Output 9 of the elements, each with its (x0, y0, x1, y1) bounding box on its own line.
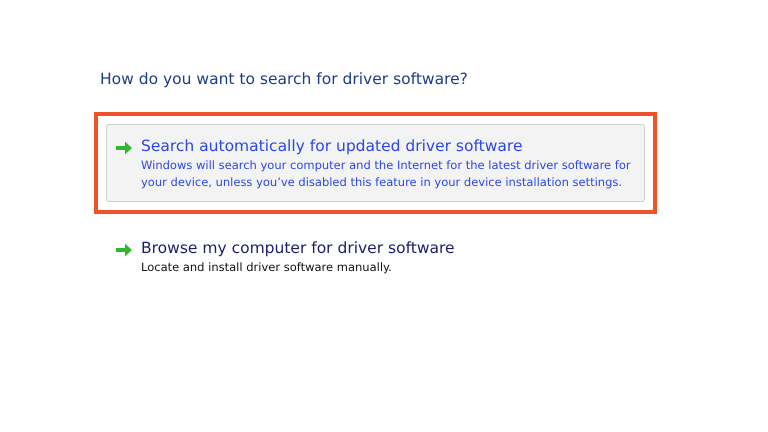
option-description: Windows will search your computer and the Internet for the latest driver software for your device, unless you’ve disabled this feature in your device installation settings. (141, 157, 632, 191)
option-title: Search automatically for updated driver software (141, 136, 524, 157)
option-title: Browse my computer for driver software (141, 238, 455, 259)
option-link[interactable] (106, 124, 645, 202)
option-link[interactable]: Browse my computer for driver software Locate and install driver software manually. (106, 226, 645, 287)
option-description: Locate and install driver software manually. (141, 259, 393, 276)
dialog-heading: How do you want to search for driver software? (100, 70, 469, 88)
arrow-icon (115, 242, 133, 258)
arrow-icon (115, 140, 133, 156)
